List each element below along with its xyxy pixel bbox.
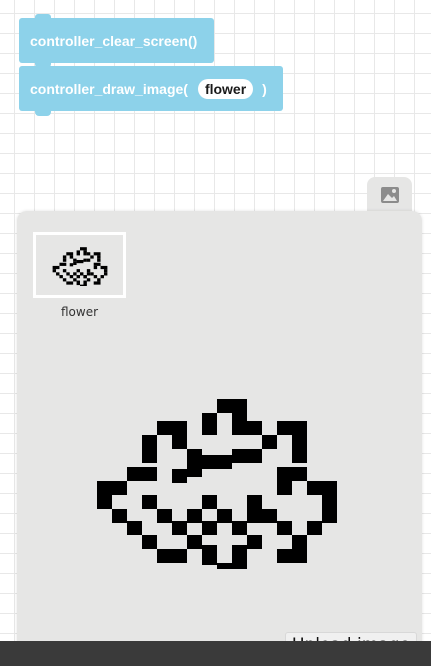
image-thumbnail-label: flower <box>60 305 99 319</box>
block-notch <box>35 14 51 19</box>
image-param-field[interactable]: flower <box>197 78 254 99</box>
clear-screen-label: controller_clear_screen() <box>30 32 198 49</box>
clear-screen-block[interactable]: controller_clear_screen() <box>19 14 214 68</box>
image-panel: flower Upload image <box>17 211 422 666</box>
block-notch <box>35 110 51 116</box>
bottom-toolbar <box>0 641 431 666</box>
blocks-workspace[interactable]: controller_clear_screen() controller_dra… <box>0 0 431 666</box>
image-thumbnail-flower[interactable] <box>33 232 126 298</box>
draw-image-label: controller_draw_image( <box>30 80 188 97</box>
draw-image-block[interactable]: controller_draw_image( flower ) <box>19 66 283 116</box>
flower-thumbnail-image <box>52 247 107 286</box>
draw-image-close-paren: ) <box>262 80 267 97</box>
image-icon <box>380 186 400 209</box>
flower-preview-image <box>97 399 337 569</box>
